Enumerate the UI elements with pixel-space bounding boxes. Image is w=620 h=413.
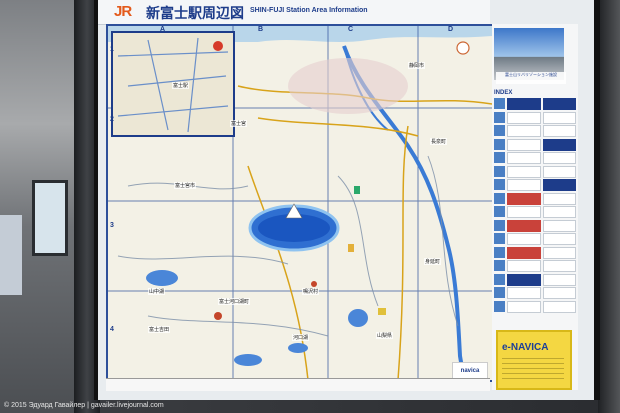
grid-row-4: 4 xyxy=(110,326,114,333)
index-row xyxy=(494,287,576,299)
photo-credit: © 2015 Эдуард Гавайлер | gavailer.livejo… xyxy=(4,402,164,409)
place-label: 富士吉田 xyxy=(148,326,171,333)
grid-column-d: D xyxy=(448,26,454,33)
grid-column-b: B xyxy=(258,26,264,33)
index-title: INDEX xyxy=(494,90,513,96)
place-label: 山中湖 xyxy=(148,288,166,295)
resort-photo: 富士山リバリゾーション施設 xyxy=(494,28,566,84)
index-list xyxy=(494,98,576,314)
place-label: 長泉町 xyxy=(430,138,448,145)
index-row xyxy=(494,260,576,272)
index-row xyxy=(494,233,576,245)
photo-caption: 富士山リバリゾーション施設 xyxy=(496,72,566,84)
grid-row-3: 3 xyxy=(110,222,114,229)
place-label: 山梨県 xyxy=(376,332,394,339)
ad-brand: e-NAVICA xyxy=(502,342,549,353)
index-row xyxy=(494,219,576,232)
index-row xyxy=(494,300,576,313)
grid-column-c: C xyxy=(348,26,354,33)
station-area-map-board: JR 新富士駅周辺図 SHIN-FUJI Station Area Inform… xyxy=(94,0,600,400)
place-label: 静岡市 xyxy=(408,62,426,69)
place-label: 富士宮市 xyxy=(174,182,197,189)
wall-sign xyxy=(32,180,68,256)
place-label: 富士宮 xyxy=(230,120,248,127)
area-map: A B C D 1 2 3 4 富士駅 静岡市 長泉町 富士宮市 富士宮 山中湖… xyxy=(106,24,494,382)
ad-text-lines xyxy=(502,358,564,382)
index-row xyxy=(494,192,576,205)
grid-column-a: A xyxy=(160,26,166,33)
grid-row-2: 2 xyxy=(110,116,114,123)
station-wall-right xyxy=(598,0,620,413)
place-label: 富士駅 xyxy=(172,82,190,89)
place-label: 身延町 xyxy=(424,258,442,265)
grid-row-1: 1 xyxy=(110,46,114,53)
index-row xyxy=(494,273,576,286)
index-row xyxy=(494,206,576,218)
place-label: 富士河口湖町 xyxy=(218,298,251,305)
board-title-en: SHIN-FUJI Station Area Information xyxy=(250,7,368,14)
map-legend-strip xyxy=(106,378,490,391)
board-title-jp: 新富士駅周辺図 xyxy=(146,6,244,22)
station-scene: JR 新富士駅周辺図 SHIN-FUJI Station Area Inform… xyxy=(0,0,620,413)
navica-advert: e-NAVICA xyxy=(496,330,572,390)
index-row xyxy=(494,179,576,191)
place-label: 鳴沢村 xyxy=(302,288,320,295)
index-row xyxy=(494,246,576,259)
index-row xyxy=(494,125,576,137)
index-row xyxy=(494,98,576,110)
index-row xyxy=(494,111,576,124)
jr-logo: JR xyxy=(114,3,132,20)
board-header: JR 新富士駅周辺図 SHIN-FUJI Station Area Inform… xyxy=(98,0,490,25)
index-panel: 富士山リバリゾーション施設 INDEX e-NAVICA xyxy=(492,24,578,390)
place-label: 河口湖 xyxy=(292,334,310,341)
index-row xyxy=(494,165,576,178)
index-row xyxy=(494,152,576,164)
wall-poster xyxy=(0,215,22,295)
index-row xyxy=(494,138,576,151)
